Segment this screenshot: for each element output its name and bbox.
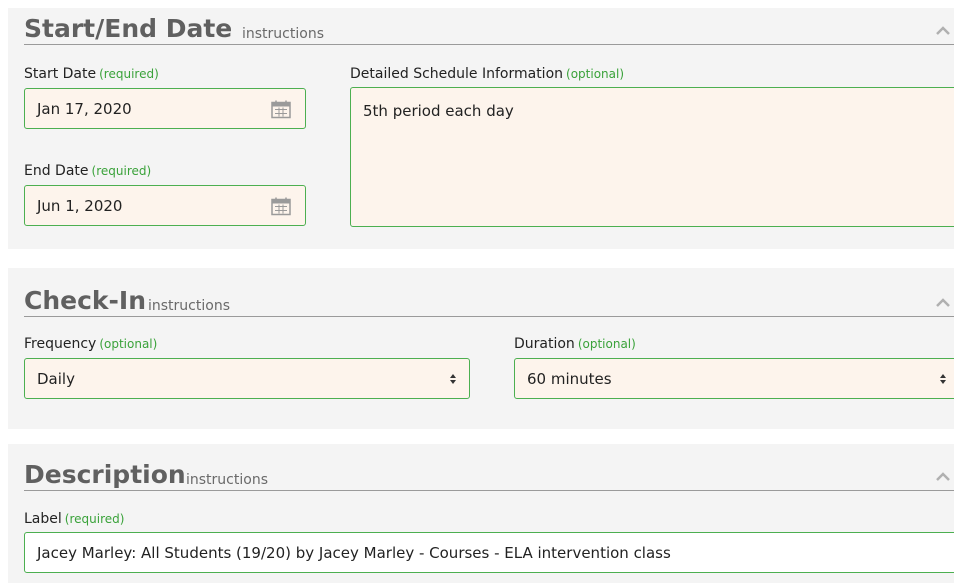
start-end-date-title: Start/End Date [24,14,233,43]
calendar-icon[interactable] [271,196,291,215]
schedule-value: 5th period each day [363,102,514,120]
check-in-instructions-link[interactable]: instructions [148,298,230,314]
label-input[interactable]: Jacey Marley: All Students (19/20) by Ja… [24,532,954,573]
schedule-label: Detailed Schedule Information (optional) [350,66,625,82]
start-end-date-header[interactable]: Start/End Date instructions [24,8,954,45]
description-title: Description [24,460,186,489]
end-date-input[interactable]: Jun 1, 2020 [24,185,306,226]
chevron-up-icon[interactable] [936,298,950,308]
required-tag: (required) [99,67,159,81]
duration-label: Duration (optional) [514,336,636,352]
select-arrows-icon [940,373,946,384]
optional-tag: (optional) [99,337,158,351]
start-date-input[interactable]: Jan 17, 2020 [24,88,306,129]
frequency-label: Frequency (optional) [24,336,158,352]
required-tag: (required) [91,164,152,178]
duration-select[interactable]: 60 minutes [514,358,954,399]
schedule-textarea[interactable]: 5th period each day [350,87,954,227]
end-date-label: End Date (required) [24,163,152,179]
optional-tag: (optional) [577,337,636,351]
frequency-select[interactable]: Daily [24,358,470,399]
start-end-date-instructions-link[interactable]: instructions [242,26,324,42]
start-date-label: Start Date (required) [24,66,159,82]
optional-tag: (optional) [566,67,625,81]
label-value: Jacey Marley: All Students (19/20) by Ja… [37,543,671,562]
chevron-up-icon[interactable] [936,472,950,482]
check-in-header[interactable]: Check-In instructions [24,268,954,317]
calendar-icon[interactable] [271,99,291,118]
frequency-value: Daily [37,369,75,388]
check-in-panel: Check-In instructions Frequency (optional… [8,268,954,429]
label-field-label: Label (required) [24,511,125,527]
start-date-value: Jan 17, 2020 [37,99,132,118]
select-arrows-icon [450,373,456,384]
start-end-date-panel: Start/End Date instructions Start Date (r… [8,8,954,249]
chevron-up-icon[interactable] [936,26,950,36]
required-tag: (required) [64,512,125,526]
description-header[interactable]: Description instructions [24,444,954,491]
check-in-title: Check-In [24,286,147,315]
description-panel: Description instructions Label (required)… [8,444,954,583]
description-instructions-link[interactable]: instructions [186,472,268,488]
end-date-value: Jun 1, 2020 [37,196,123,215]
duration-value: 60 minutes [527,369,612,388]
